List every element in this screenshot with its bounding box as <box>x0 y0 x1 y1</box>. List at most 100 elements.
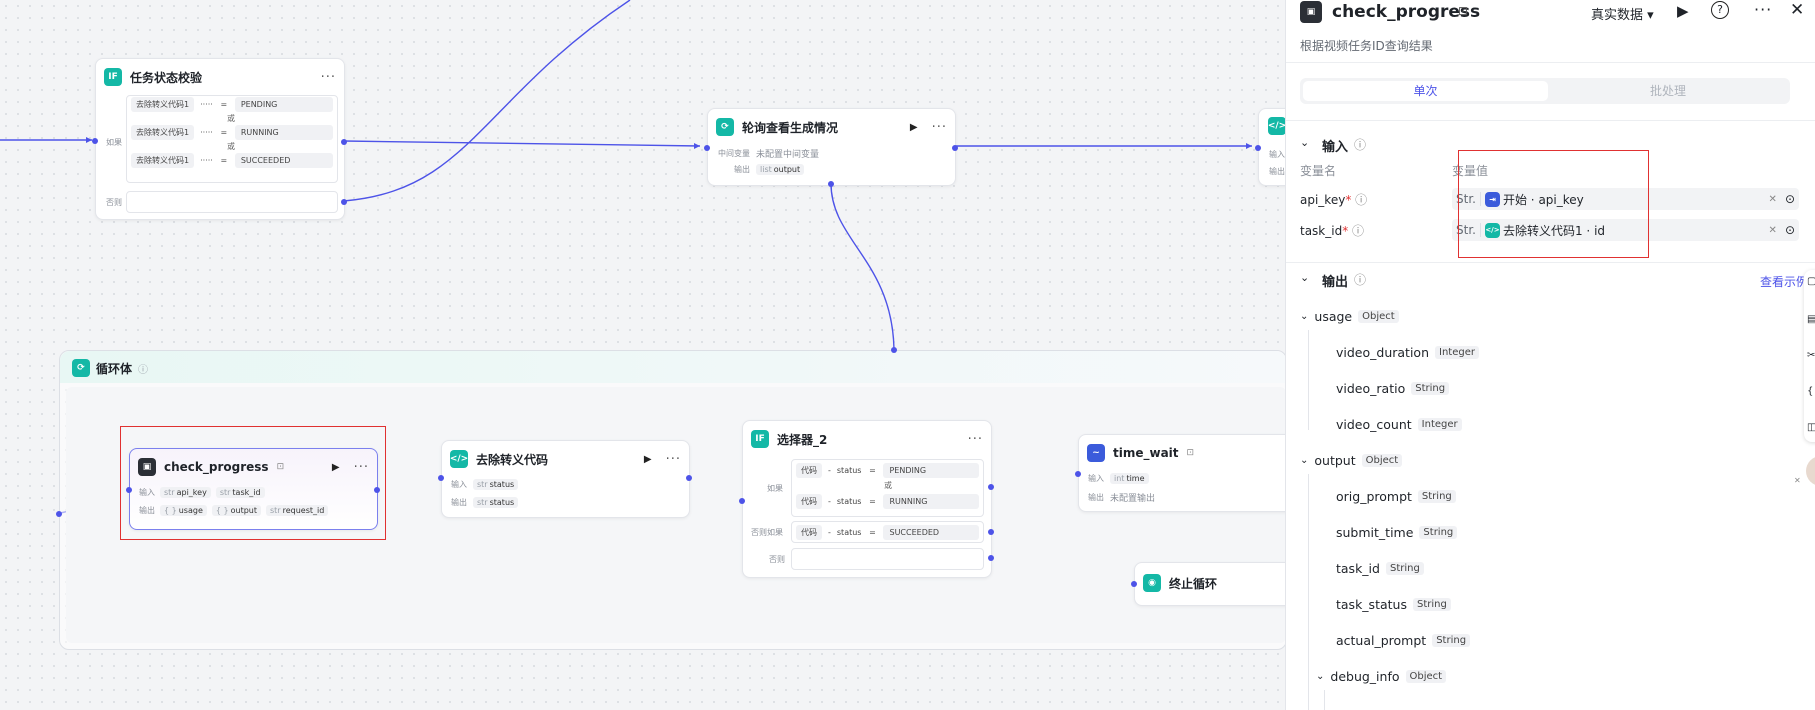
output-port[interactable] <box>341 139 347 145</box>
else-branch[interactable] <box>126 191 338 213</box>
tab-batch[interactable]: 批处理 <box>1548 81 1788 101</box>
tag-icon: ⊡ <box>276 462 285 472</box>
node-strip-escape[interactable]: </> 去除转义代码 ▶ ··· 输入 str status 输出 str stat… <box>438 440 692 518</box>
condition-row[interactable]: 去除转义代码1 ····· = RUNNING <box>127 124 337 141</box>
else-branch[interactable] <box>791 548 984 570</box>
run-icon[interactable]: ▶ <box>332 462 340 473</box>
tool-icon[interactable]: ▢ <box>1807 276 1815 287</box>
output-tag: { } usage <box>160 505 207 516</box>
tree-item-output[interactable]: ⌄ output Object <box>1300 453 1403 468</box>
clear-icon[interactable]: ✕ <box>1769 194 1777 205</box>
more-icon[interactable]: ··· <box>666 452 681 467</box>
output-port[interactable] <box>988 555 994 561</box>
input-port[interactable] <box>1131 581 1137 587</box>
node-poll-status[interactable]: ⟳ 轮询查看生成情况 ▶ ··· 中间变量 未配置中间变量 输出 list out… <box>704 108 958 187</box>
or-label: 或 <box>227 142 235 151</box>
output-tag: list output <box>756 164 805 175</box>
target-icon[interactable]: ⊙ <box>1785 192 1795 206</box>
run-icon[interactable]: ▶ <box>644 454 652 465</box>
more-icon[interactable]: ··· <box>932 120 947 135</box>
input-port[interactable] <box>92 138 98 144</box>
node-check-progress[interactable]: ▣ check_progress ⊡ ▶ ··· 输入 str api_key s… <box>126 448 380 530</box>
output-port[interactable] <box>952 145 958 151</box>
plugin-icon: ▣ <box>1300 1 1322 23</box>
input-port[interactable] <box>1255 145 1261 151</box>
input-port[interactable] <box>438 475 444 481</box>
condition-icon: IF <box>104 68 122 86</box>
output-port[interactable] <box>988 529 994 535</box>
tree-item: video_count Integer <box>1336 417 1462 432</box>
condition-group[interactable]: 去除转义代码1 ····· = PENDING 或 去除转义代码1 ····· … <box>126 95 338 183</box>
condition-row[interactable]: 代码 - status = RUNNING <box>792 491 983 511</box>
tool-icon[interactable]: ▤ <box>1807 314 1815 325</box>
mode-select[interactable]: 真实数据 ▾ <box>1591 4 1654 23</box>
chevron-down-icon[interactable]: ⌄ <box>1300 271 1309 284</box>
condition-row[interactable]: 代码 - status = SUCCEEDED <box>791 521 984 543</box>
info-icon[interactable]: ⓘ <box>1354 271 1366 288</box>
info-icon[interactable]: ⓘ <box>138 361 148 376</box>
close-icon[interactable]: ✕ <box>1794 476 1801 485</box>
close-icon[interactable]: ✕ <box>1790 0 1804 20</box>
chevron-down-icon[interactable]: ⌄ <box>1300 136 1309 149</box>
chevron-down-icon[interactable]: ⌄ <box>1300 455 1308 466</box>
node-detail-panel: ▣ check_progress ⊡ 真实数据 ▾ ▶ ? ··· ✕ 根据视频… <box>1285 0 1815 710</box>
node-selector-2[interactable]: IF 选择器_2 ··· 如果 代码 - status = PENDING 或 … <box>739 420 994 578</box>
elif-label: 否则如果 <box>751 528 783 537</box>
avatar[interactable] <box>1806 456 1815 486</box>
target-icon[interactable]: ⊙ <box>1785 223 1795 237</box>
tab-single[interactable]: 单次 <box>1303 81 1548 101</box>
tree-item-usage[interactable]: ⌄ usage Object <box>1300 309 1399 324</box>
output-port[interactable] <box>988 484 994 490</box>
tree-item: video_duration Integer <box>1336 345 1479 360</box>
condition-icon: IF <box>751 430 769 448</box>
loop-input-port[interactable] <box>56 511 62 517</box>
loop-icon: ⟳ <box>72 359 90 377</box>
output-port[interactable] <box>341 199 347 205</box>
tree-item: task_status String <box>1336 597 1451 612</box>
tool-icon[interactable]: { <box>1807 386 1813 397</box>
input-port[interactable] <box>739 498 745 504</box>
output-tag: str status <box>473 497 519 508</box>
output-port[interactable] <box>686 475 692 481</box>
else-label: 否则 <box>106 198 122 207</box>
input-port[interactable] <box>1075 471 1081 477</box>
condition-row[interactable]: 去除转义代码1 ····· = PENDING <box>127 96 337 113</box>
caret-down-icon: ▾ <box>1647 8 1654 23</box>
tree-item: video_ratio String <box>1336 381 1450 396</box>
help-icon[interactable]: ? <box>1711 1 1729 19</box>
tree-item-debug-info[interactable]: ⌄ debug_info Object <box>1316 669 1447 684</box>
run-icon[interactable]: ▶ <box>1677 2 1689 20</box>
loop-top-port[interactable] <box>891 347 897 353</box>
run-icon[interactable]: ▶ <box>910 122 918 133</box>
chevron-down-icon[interactable]: ⌄ <box>1300 311 1308 322</box>
else-label: 否则 <box>769 555 785 564</box>
output-port[interactable] <box>374 487 380 493</box>
loop-title: 循环体 <box>96 361 133 376</box>
more-icon[interactable]: ··· <box>1754 0 1772 19</box>
input-port[interactable] <box>126 487 132 493</box>
tree-item: actual_prompt String <box>1336 633 1471 648</box>
node-task-status-check[interactable]: IF 任务状态校验 ··· 如果 去除转义代码1 ····· = PENDING… <box>92 58 347 220</box>
code-icon: </> <box>450 450 468 468</box>
input-tag: str api_key <box>160 487 211 498</box>
more-icon[interactable]: ··· <box>354 460 369 475</box>
node-time-wait[interactable]: ~ time_wait ⊡ 输入 int time 输出 未配置输出 <box>1075 434 1300 512</box>
tag-icon: ⊡ <box>1186 448 1195 458</box>
condition-row[interactable]: 代码 - status = PENDING <box>792 460 983 480</box>
input-section-title: 输入 <box>1322 140 1349 155</box>
condition-group[interactable]: 代码 - status = PENDING 或 代码 - status = RU… <box>791 459 984 517</box>
input-port[interactable] <box>704 145 710 151</box>
condition-row[interactable]: 去除转义代码1 ····· = SUCCEEDED <box>127 152 337 169</box>
clear-icon[interactable]: ✕ <box>1769 225 1777 236</box>
tool-icon[interactable]: ◫ <box>1807 422 1815 433</box>
chevron-down-icon[interactable]: ⌄ <box>1316 671 1324 682</box>
more-icon[interactable]: ··· <box>968 432 983 447</box>
info-icon[interactable]: ⓘ <box>1354 136 1366 153</box>
more-icon[interactable]: ··· <box>321 70 336 85</box>
node-title: 轮询查看生成情况 <box>742 120 839 135</box>
node-break-loop[interactable]: ◉ 终止循环 <box>1131 562 1306 606</box>
input-label-api-key: api_key* ⓘ <box>1300 193 1368 207</box>
view-example-link[interactable]: 查看示例 <box>1760 273 1808 290</box>
loop-port[interactable] <box>828 181 834 187</box>
tool-icon[interactable]: ✂ <box>1807 350 1815 361</box>
